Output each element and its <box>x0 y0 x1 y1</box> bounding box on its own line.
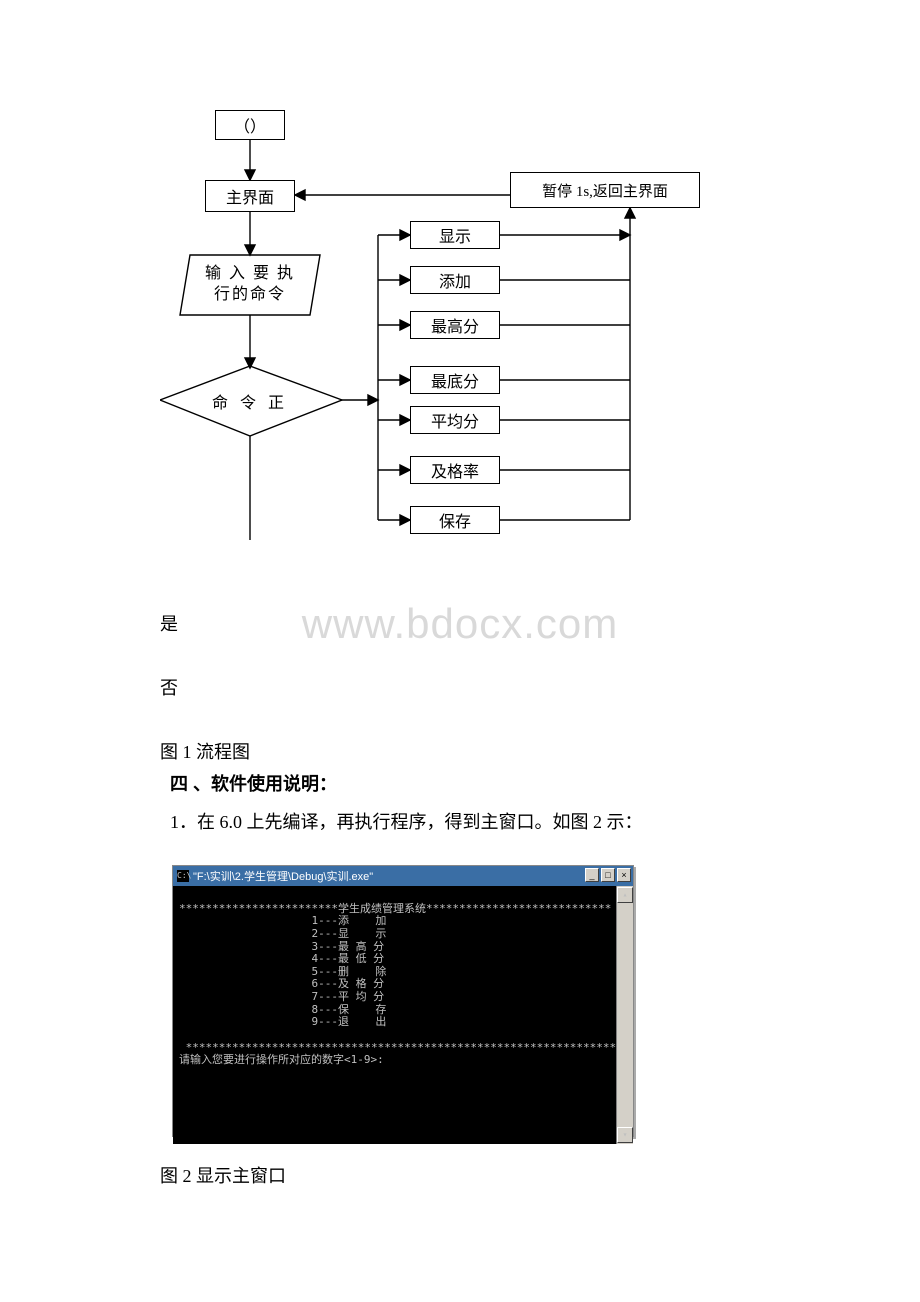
flow-action-add: 添加 <box>410 266 500 294</box>
flow-action-save: 保存 <box>410 506 500 534</box>
cmd-icon: C:\ <box>177 870 189 882</box>
section-4-heading: 四 、软件使用说明： <box>170 770 337 796</box>
scroll-up-button[interactable]: ▴ <box>617 887 633 903</box>
flow-decision-label: 命 令 正 <box>160 366 340 436</box>
console-footer-line: ****************************************… <box>179 1041 633 1054</box>
scroll-down-button[interactable]: ▾ <box>617 1127 633 1143</box>
figure-1-caption: 图 1 流程图 <box>160 736 780 768</box>
minimize-button[interactable]: _ <box>585 868 599 882</box>
flowchart-diagram: （） 主界面 暂停 1s,返回主界面 输 入 要 执 行的命令 命 令 正 显示… <box>160 100 760 580</box>
flow-action-lowest: 最底分 <box>410 366 500 394</box>
flow-action-add-label: 添加 <box>439 268 471 292</box>
label-yes: 是 <box>160 610 178 636</box>
watermark-text: www.bdocx.com <box>0 600 920 648</box>
flow-action-highest: 最高分 <box>410 311 500 339</box>
maximize-button[interactable]: □ <box>601 868 615 882</box>
flow-input-parallelogram: 输 入 要 执 行的命令 <box>180 255 320 315</box>
flow-action-passrate: 及格率 <box>410 456 500 484</box>
flow-input-label: 输 入 要 执 行的命令 <box>180 255 320 315</box>
close-button[interactable]: × <box>617 868 631 882</box>
flow-action-average-label: 平均分 <box>431 408 479 432</box>
console-titlebar: C:\ "F:\实训\2.学生管理\Debug\实训.exe" _ □ × <box>173 866 633 886</box>
console-body: ************************学生成绩管理系统********… <box>173 886 633 1144</box>
console-header-line: ************************学生成绩管理系统********… <box>179 902 611 915</box>
console-prompt: 请输入您要进行操作所对应的数字<1-9>: <box>179 1053 384 1066</box>
flow-pause-label: 暂停 1s,返回主界面 <box>542 180 668 201</box>
flow-action-save-label: 保存 <box>439 508 471 532</box>
console-menu: 1---添 加 2---显 示 3---最 高 分 4---最 低 分 5---… <box>179 914 386 1028</box>
window-buttons: _ □ × <box>585 868 631 882</box>
flow-main-ui-label: 主界面 <box>226 184 274 208</box>
flow-action-highest-label: 最高分 <box>431 313 479 337</box>
flow-start-box: （） <box>215 110 285 140</box>
flow-pause-box: 暂停 1s,返回主界面 <box>510 172 700 208</box>
console-title-text: "F:\实训\2.学生管理\Debug\实训.exe" <box>193 868 373 884</box>
flow-action-average: 平均分 <box>410 406 500 434</box>
console-window: C:\ "F:\实训\2.学生管理\Debug\实训.exe" _ □ × **… <box>172 865 634 1137</box>
figure-2-caption: 图 2 显示主窗口 <box>160 1160 780 1192</box>
console-scrollbar[interactable]: ▴ ▾ <box>616 886 633 1144</box>
flow-action-show: 显示 <box>410 221 500 249</box>
flow-main-ui-box: 主界面 <box>205 180 295 212</box>
flow-decision-diamond: 命 令 正 <box>160 366 340 436</box>
flow-action-show-label: 显示 <box>439 223 471 247</box>
label-no: 否 <box>160 674 178 700</box>
flow-action-lowest-label: 最底分 <box>431 368 479 392</box>
flow-start-label: （） <box>234 113 266 137</box>
flow-action-passrate-label: 及格率 <box>431 458 479 482</box>
document-page: （） 主界面 暂停 1s,返回主界面 输 入 要 执 行的命令 命 令 正 显示… <box>0 0 920 1302</box>
step-1-text: 1．在 6.0 上先编译，再执行程序，得到主窗口。如图 2 示： <box>170 806 790 838</box>
